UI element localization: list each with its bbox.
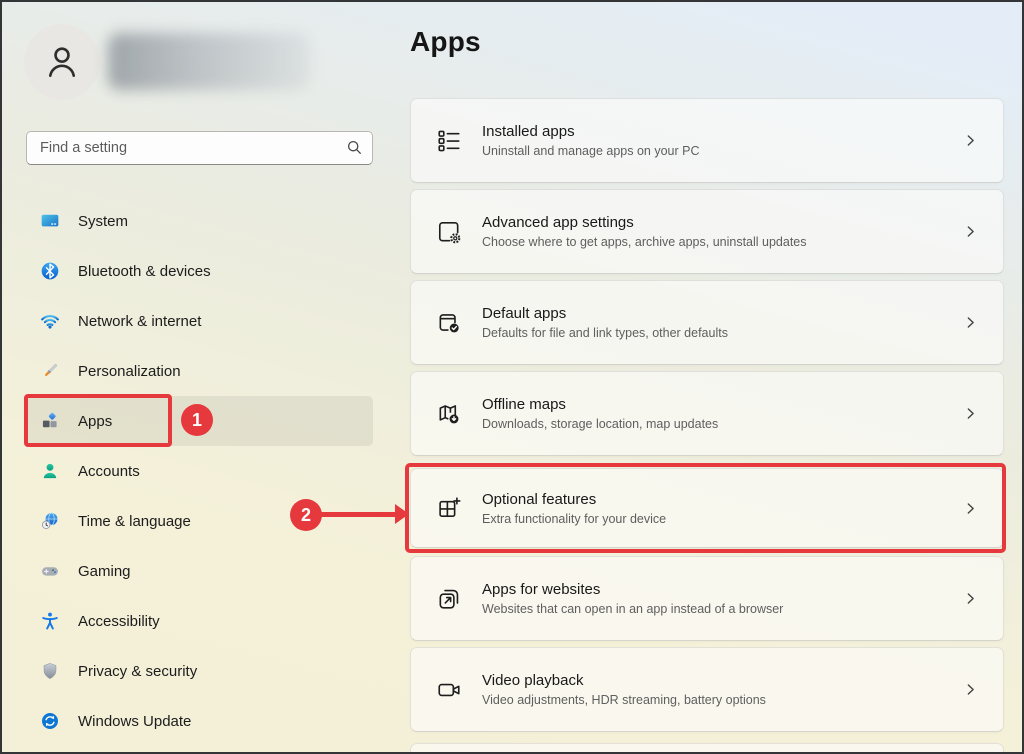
sidebar-item-label: Accounts xyxy=(78,463,140,480)
search-input[interactable] xyxy=(26,131,373,165)
card-subtitle: Extra functionality for your device xyxy=(482,512,964,526)
sidebar-item-accounts[interactable]: Accounts xyxy=(26,446,373,496)
chevron-right-icon xyxy=(964,683,977,696)
card-subtitle: Websites that can open in an app instead… xyxy=(482,602,964,616)
offline-maps-icon xyxy=(436,401,462,427)
card-subtitle: Uninstall and manage apps on your PC xyxy=(482,144,964,158)
settings-card-apps-for-websites[interactable]: Apps for websites Websites that can open … xyxy=(410,556,1004,641)
advanced-app-settings-icon xyxy=(436,219,462,245)
privacy-security-icon xyxy=(40,661,60,681)
sidebar-item-personalization[interactable]: Personalization xyxy=(26,346,373,396)
avatar[interactable] xyxy=(24,24,100,100)
card-subtitle: Defaults for file and link types, other … xyxy=(482,326,964,340)
sidebar-item-label: Personalization xyxy=(78,363,181,380)
card-subtitle: Downloads, storage location, map updates xyxy=(482,417,964,431)
default-apps-icon xyxy=(436,310,462,336)
card-title: Optional features xyxy=(482,491,964,508)
sidebar-item-label: Privacy & security xyxy=(78,663,197,680)
sidebar-item-windows-update[interactable]: Windows Update xyxy=(26,696,373,746)
gaming-icon xyxy=(40,561,60,581)
sidebar: System Bluetooth & devices Network & int… xyxy=(26,196,373,746)
personalization-icon xyxy=(40,361,60,381)
search-box xyxy=(26,131,373,165)
bluetooth-icon xyxy=(40,261,60,281)
search-icon xyxy=(347,140,362,160)
user-name-blurred xyxy=(108,33,310,90)
card-title: Offline maps xyxy=(482,396,964,413)
sidebar-item-network-internet[interactable]: Network & internet xyxy=(26,296,373,346)
accounts-icon xyxy=(40,461,60,481)
time-language-icon xyxy=(40,511,60,531)
settings-card-advanced-app-settings[interactable]: Advanced app settings Choose where to get… xyxy=(410,189,1004,274)
apps-for-websites-icon xyxy=(436,586,462,612)
card-title: Advanced app settings xyxy=(482,214,964,231)
sidebar-item-time-language[interactable]: Time & language xyxy=(26,496,373,546)
card-title: Apps for websites xyxy=(482,581,964,598)
sidebar-item-label: Gaming xyxy=(78,563,131,580)
sidebar-item-label: Windows Update xyxy=(78,713,191,730)
annotation-arrow-head xyxy=(395,504,409,524)
network-icon xyxy=(40,311,60,331)
settings-window: System Bluetooth & devices Network & int… xyxy=(0,0,1024,754)
sidebar-item-label: Time & language xyxy=(78,513,191,530)
card-title: Video playback xyxy=(482,672,964,689)
sidebar-item-label: Apps xyxy=(78,413,112,430)
settings-card-partial[interactable] xyxy=(410,743,1004,754)
settings-card-installed-apps[interactable]: Installed apps Uninstall and manage apps … xyxy=(410,98,1004,183)
chevron-right-icon xyxy=(964,407,977,420)
sidebar-item-label: System xyxy=(78,213,128,230)
card-title: Installed apps xyxy=(482,123,964,140)
sidebar-item-accessibility[interactable]: Accessibility xyxy=(26,596,373,646)
sidebar-item-bluetooth-devices[interactable]: Bluetooth & devices xyxy=(26,246,373,296)
sidebar-item-label: Accessibility xyxy=(78,613,160,630)
system-icon xyxy=(40,211,60,231)
sidebar-item-apps[interactable]: Apps xyxy=(26,396,373,446)
apps-icon xyxy=(40,411,60,431)
settings-card-offline-maps[interactable]: Offline maps Downloads, storage location,… xyxy=(410,371,1004,456)
settings-card-list: Installed apps Uninstall and manage apps … xyxy=(410,98,1004,754)
chevron-right-icon xyxy=(964,134,977,147)
chevron-right-icon xyxy=(964,592,977,605)
sidebar-item-gaming[interactable]: Gaming xyxy=(26,546,373,596)
settings-card-optional-features[interactable]: Optional features Extra functionality for… xyxy=(410,468,1004,548)
optional-features-icon xyxy=(436,495,462,521)
sidebar-item-label: Bluetooth & devices xyxy=(78,263,211,280)
card-subtitle: Video adjustments, HDR streaming, batter… xyxy=(482,693,964,707)
settings-card-default-apps[interactable]: Default apps Defaults for file and link t… xyxy=(410,280,1004,365)
chevron-right-icon xyxy=(964,316,977,329)
video-playback-icon xyxy=(436,677,462,703)
sidebar-item-system[interactable]: System xyxy=(26,196,373,246)
sidebar-item-privacy-security[interactable]: Privacy & security xyxy=(26,646,373,696)
card-title: Default apps xyxy=(482,305,964,322)
settings-card-video-playback[interactable]: Video playback Video adjustments, HDR str… xyxy=(410,647,1004,732)
sidebar-item-label: Network & internet xyxy=(78,313,201,330)
chevron-right-icon xyxy=(964,502,977,515)
accessibility-icon xyxy=(40,611,60,631)
installed-apps-icon xyxy=(436,128,462,154)
person-icon xyxy=(41,41,83,83)
card-subtitle: Choose where to get apps, archive apps, … xyxy=(482,235,964,249)
windows-update-icon xyxy=(40,711,60,731)
chevron-right-icon xyxy=(964,225,977,238)
page-title: Apps xyxy=(410,26,481,58)
